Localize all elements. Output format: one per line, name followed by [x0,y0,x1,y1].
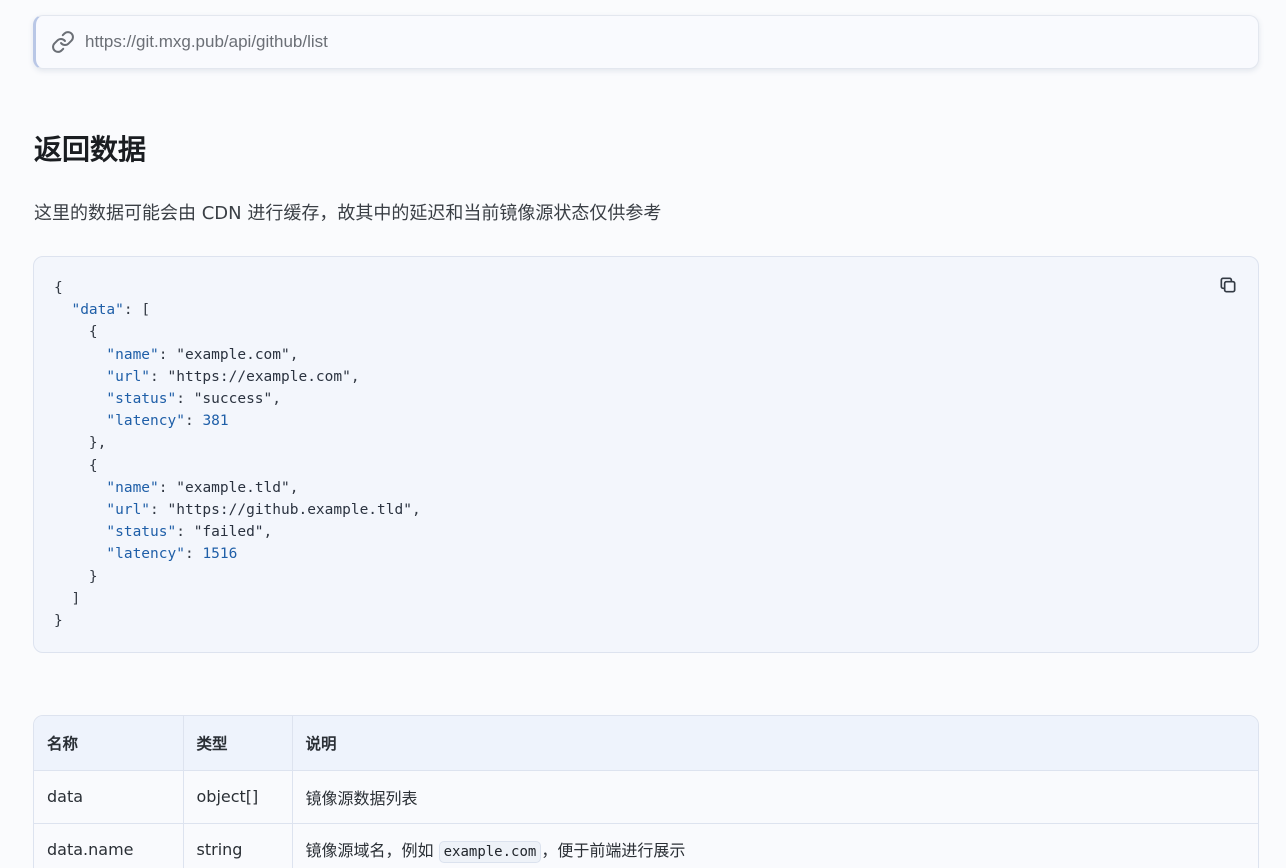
field-description: 镜像源数据列表 [292,770,1258,824]
copy-icon[interactable] [1218,275,1238,295]
field-type: string [183,823,293,868]
code-string: "success" [193,391,273,408]
field-type: object[] [183,770,293,824]
code-key: "latency" [106,546,185,563]
code-key: "data" [71,302,124,319]
table-header-row: 名称 类型 说明 [34,716,1258,771]
code-key: "url" [106,368,151,385]
column-header-name: 名称 [34,716,184,771]
code-key: "latency" [106,413,185,430]
api-url[interactable]: https://git.mxg.pub/api/github/list [85,32,328,52]
code-block: { "data": [ { "name": "example.com", "ur… [33,256,1259,653]
code-key: "status" [106,524,177,541]
field-name: data [34,770,184,824]
code-number: 1516 [202,546,238,563]
json-code: { "data": [ { "name": "example.com", "ur… [54,280,421,630]
api-url-bar[interactable]: https://git.mxg.pub/api/github/list [33,15,1259,69]
code-key: "status" [106,391,177,408]
code-string: "example.tld" [176,479,290,496]
column-header-type: 类型 [183,716,293,771]
link-icon [51,30,85,54]
field-description: 镜像源域名，例如 example.com ，便于前端进行展示 [292,823,1258,868]
column-header-description: 说明 [292,716,1258,771]
table-row: data.name string 镜像源域名，例如 example.com ，便于… [34,823,1258,868]
api-doc-page: https://git.mxg.pub/api/github/list 返回数据… [0,0,1286,868]
code-key: "url" [106,502,151,519]
inline-code: example.com [438,840,542,863]
code-string: "https://example.com" [167,368,351,385]
section-description: 这里的数据可能会由 CDN 进行缓存，故其中的延迟和当前镜像源状态仅供参考 [34,203,662,224]
code-key: "name" [106,479,159,496]
code-string: "failed" [193,524,264,541]
section-title: 返回数据 [34,133,147,166]
description-text: ，便于前端进行展示 [541,840,686,860]
code-key: "name" [106,346,159,363]
code-number: 381 [202,413,229,430]
description-text: 镜像源域名，例如 [305,840,434,860]
code-string: "example.com" [176,346,290,363]
table-row: data object[] 镜像源数据列表 [34,770,1258,824]
field-name: data.name [34,823,184,868]
code-string: "https://github.example.tld" [167,502,412,519]
fields-table: 名称 类型 说明 data object[] 镜像源数据列表 data.name… [33,715,1259,868]
